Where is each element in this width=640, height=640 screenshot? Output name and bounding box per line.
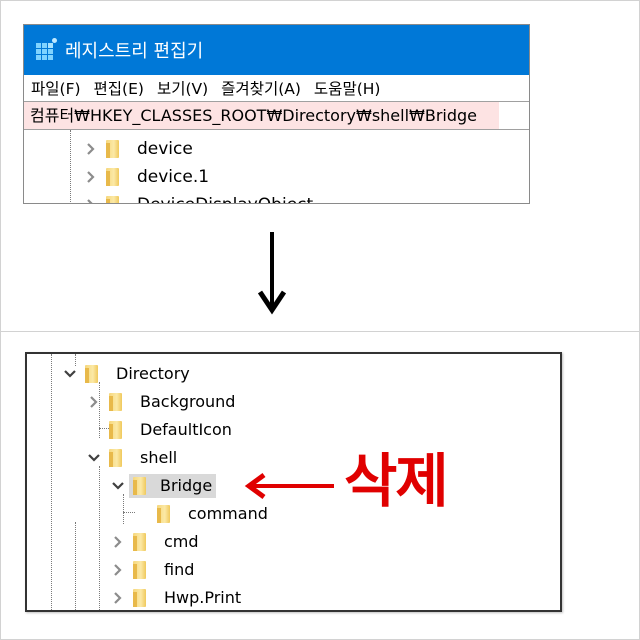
tree-item-label: Directory: [116, 364, 190, 383]
chevron-right-icon[interactable]: [84, 170, 98, 184]
tree-item-label: DefaultIcon: [140, 420, 232, 439]
tree-guide-line: [99, 466, 100, 610]
folder-icon: [133, 533, 146, 551]
chevron-right-icon[interactable]: [111, 535, 125, 549]
folder-icon: [106, 140, 119, 158]
top-tree-view: device device.1 DeviceDisplayObject: [24, 130, 529, 203]
chevron-down-icon[interactable]: [63, 367, 77, 381]
folder-icon: [106, 168, 119, 186]
address-bar: 컴퓨터₩HKEY_CLASSES_ROOT₩Directory₩shell₩Br…: [24, 102, 529, 130]
menu-file[interactable]: 파일(F): [31, 77, 81, 99]
tree-item-label: find: [164, 560, 195, 579]
tree-item-label: command: [188, 504, 268, 523]
tree-item[interactable]: shell: [87, 444, 181, 472]
tree-item-selected[interactable]: Bridge: [111, 472, 217, 500]
tree-item-label: device: [137, 139, 193, 159]
chevron-right-icon[interactable]: [111, 591, 125, 605]
address-path-input[interactable]: 컴퓨터₩HKEY_CLASSES_ROOT₩Directory₩shell₩Br…: [24, 102, 500, 129]
menu-help[interactable]: 도움말(H): [314, 77, 381, 99]
folder-icon: [109, 421, 122, 439]
tree-item[interactable]: device: [84, 135, 197, 163]
tree-item[interactable]: DefaultIcon: [87, 416, 236, 444]
tree-item-label: cmd: [164, 532, 199, 551]
tree-item-label: shell: [140, 448, 178, 467]
folder-icon: [133, 589, 146, 607]
tree-item[interactable]: Directory: [63, 360, 194, 388]
tree-item[interactable]: find: [111, 556, 198, 584]
tree-item-label: DeviceDisplayObject: [133, 193, 317, 203]
menu-view[interactable]: 보기(V): [157, 77, 208, 99]
tree-item-label: Hwp.Print: [164, 588, 242, 607]
folder-icon: [109, 449, 122, 467]
chevron-down-icon[interactable]: [111, 479, 125, 493]
regedit-icon: [36, 38, 57, 60]
tree-guide-line: [51, 354, 52, 610]
chevron-right-icon[interactable]: [87, 395, 101, 409]
tree-item[interactable]: DeviceDisplayObject: [84, 191, 317, 203]
folder-icon: [106, 196, 119, 203]
tree-item-label: Background: [140, 392, 236, 411]
menu-favorites[interactable]: 즐겨찾기(A): [221, 77, 301, 99]
chevron-right-icon[interactable]: [111, 563, 125, 577]
title-bar: 레지스트리 편집기: [24, 25, 529, 75]
tree-item-label: Bridge: [129, 474, 217, 498]
chevron-down-icon[interactable]: [87, 451, 101, 465]
folder-icon: [109, 393, 122, 411]
section-divider: [1, 331, 639, 332]
registry-editor-window: 레지스트리 편집기 파일(F) 편집(E) 보기(V) 즐겨찾기(A) 도움말(…: [23, 24, 530, 204]
tree-guide-line: [70, 130, 71, 203]
window-title: 레지스트리 편집기: [65, 41, 204, 62]
tree-item-label: device.1: [137, 167, 210, 187]
folder-icon: [133, 561, 146, 579]
tree-item-text: Bridge: [160, 476, 213, 495]
delete-annotation-label: 삭제: [344, 447, 449, 515]
tree-guide-line: [123, 512, 135, 513]
menu-edit[interactable]: 편집(E): [94, 77, 144, 99]
chevron-right-icon[interactable]: [84, 198, 98, 203]
folder-icon: [133, 477, 146, 495]
tree-item[interactable]: Hwp.Print: [111, 584, 245, 610]
down-arrow-icon: [257, 232, 287, 315]
folder-icon: [85, 365, 98, 383]
menu-bar: 파일(F) 편집(E) 보기(V) 즐겨찾기(A) 도움말(H): [24, 75, 529, 102]
left-arrow-icon: [244, 472, 334, 500]
tree-item[interactable]: Background: [87, 388, 239, 416]
tree-item[interactable]: command: [135, 500, 272, 528]
chevron-right-icon[interactable]: [84, 142, 98, 156]
tree-item[interactable]: cmd: [111, 528, 203, 556]
tree-item[interactable]: device.1: [84, 163, 213, 191]
tree-guide-line: [75, 522, 76, 610]
folder-icon: [157, 505, 170, 523]
